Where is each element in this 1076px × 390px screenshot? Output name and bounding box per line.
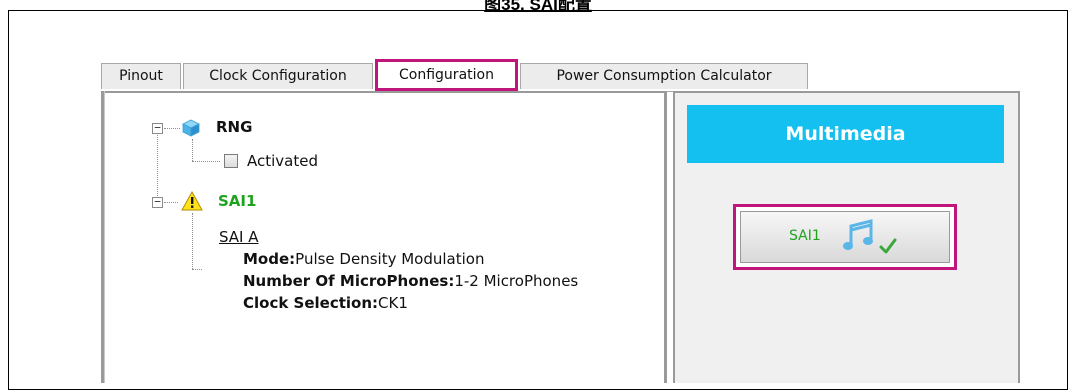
sai-clock-row: Clock Selection:CK1 <box>243 294 408 312</box>
sai-mode-row: Mode:Pulse Density Modulation <box>243 250 484 268</box>
sai-clock-value: CK1 <box>378 294 408 312</box>
sai-microphones-key: Number Of MicroPhones: <box>243 272 455 290</box>
sai1-config-button[interactable]: SAI1 <box>733 204 957 270</box>
tab-bar: Pinout Clock Configuration Configuration… <box>101 57 1020 92</box>
rng-collapse-expander[interactable]: − <box>152 122 163 134</box>
warning-icon <box>181 190 203 211</box>
sai-mode-key: Mode: <box>243 250 296 268</box>
tab-configuration[interactable]: Configuration <box>375 59 518 91</box>
tab-pinout[interactable]: Pinout <box>101 63 181 89</box>
music-note-icon <box>841 218 881 252</box>
sai-microphones-row: Number Of MicroPhones:1-2 MicroPhones <box>243 272 578 290</box>
rng-node-label[interactable]: RNG <box>216 118 252 136</box>
cube-icon <box>181 118 201 138</box>
peripheral-tree-panel: − RNG Activated − SAI1 SAI A Mode:Pulse … <box>101 91 667 383</box>
rng-activated-label: Activated <box>247 152 318 170</box>
sai1-collapse-expander[interactable]: − <box>152 196 163 208</box>
sai-clock-key: Clock Selection: <box>243 294 379 312</box>
sai-mode-value: Pulse Density Modulation <box>295 250 485 268</box>
sai-a-sublabel[interactable]: SAI A <box>219 228 259 246</box>
category-panel: Multimedia SAI1 <box>673 91 1020 383</box>
sai1-node-label[interactable]: SAI1 <box>218 192 256 210</box>
sai1-button-label: SAI1 <box>789 228 821 244</box>
tab-power-consumption-calculator[interactable]: Power Consumption Calculator <box>520 63 808 89</box>
rng-activated-checkbox[interactable] <box>224 154 238 168</box>
sai-microphones-value: 1-2 MicroPhones <box>454 272 579 290</box>
checkmark-icon <box>879 238 897 254</box>
multimedia-header: Multimedia <box>687 105 1004 163</box>
tab-clock-configuration[interactable]: Clock Configuration <box>183 63 373 89</box>
